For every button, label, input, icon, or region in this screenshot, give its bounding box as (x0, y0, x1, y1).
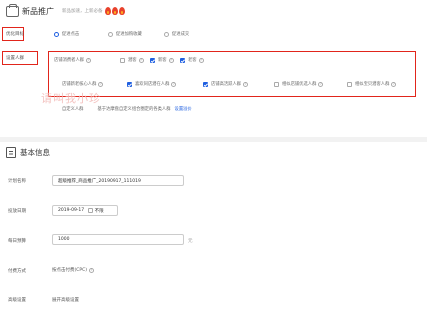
checkbox-label: 店铺高活跃人群 (211, 82, 242, 87)
crowd-checkbox-similar-shop[interactable]: 相似店铺优选人群 ? (274, 81, 324, 87)
no-limit-option[interactable]: 不限 (88, 208, 104, 214)
section-title: 基本信息 (20, 148, 50, 157)
goal-option-label: 促进点击 (62, 32, 80, 37)
no-limit-label: 不限 (94, 208, 104, 214)
budget-value: 1000 (58, 237, 70, 242)
plan-name-value: 超级推荐_商品推广_20190917_111019 (58, 178, 141, 184)
crowd-checkbox-similar-store[interactable]: 喜欢同店潜在人群 ? (127, 81, 177, 87)
flame-icon (111, 7, 118, 15)
help-icon[interactable]: ? (391, 81, 397, 87)
new-product-promotion-page: 新品推广 新品加速，上新必备 优化目标 促进点击 促进加购收藏 促进成交 设置人… (0, 0, 427, 312)
consumer-crowd-label: 店铺消费者人群 (54, 58, 85, 63)
checkbox-icon (347, 81, 352, 87)
watermark: 请叫我小珍 (41, 92, 101, 105)
document-icon (6, 147, 16, 158)
goal-option-label: 促进加购收藏 (116, 32, 142, 37)
goal-option-click[interactable]: 促进点击 (54, 31, 79, 37)
pay-method-value: 按点击付费(CPC) ? (52, 267, 95, 273)
schedule-input[interactable]: 2019-09-17 不限 (52, 205, 118, 216)
pay-method-label: 付费方式 (8, 269, 26, 274)
radio-icon (108, 31, 113, 37)
hot-flames (104, 7, 126, 15)
radio-selected-icon (54, 31, 59, 37)
schedule-label: 投放日期 (8, 209, 26, 214)
basic-info-header: 基本信息 (6, 147, 50, 158)
crowd-checkbox-similar-item[interactable]: 相似宝贝潜客人群 ? (347, 81, 397, 87)
target-options-highlight (48, 51, 416, 97)
checkbox-checked-icon (180, 57, 185, 63)
radio-icon (164, 31, 169, 37)
crowd-checkbox-potential[interactable]: 潜客 ? (120, 57, 144, 63)
plan-name-input[interactable]: 超级推荐_商品推广_20190917_111019 (52, 175, 184, 186)
crowd-checkbox-new[interactable]: 新客 ? (150, 57, 174, 63)
checkbox-checked-icon (203, 81, 208, 87)
checkbox-checked-icon (127, 81, 132, 87)
checkbox-label: 老客 (188, 58, 197, 63)
help-icon[interactable]: ? (89, 267, 95, 273)
help-icon[interactable]: ? (243, 81, 249, 87)
budget-input[interactable]: 1000 (52, 234, 184, 245)
goal-label: 优化目标 (6, 32, 24, 37)
help-icon[interactable]: ? (168, 57, 174, 63)
goal-option-label: 促进成交 (172, 32, 190, 37)
set-premium-link[interactable]: 设置溢价 (175, 106, 192, 112)
help-icon[interactable]: ? (98, 81, 104, 87)
help-icon[interactable]: ? (171, 81, 177, 87)
goal-option-cart[interactable]: 促进加购收藏 (108, 31, 142, 37)
flame-icon (104, 7, 111, 15)
bag-icon (6, 3, 19, 17)
expand-advanced-link[interactable]: 展开高级设置 (52, 297, 79, 303)
checkbox-icon (88, 208, 93, 213)
help-icon[interactable]: ? (86, 57, 92, 63)
page-header: 新品推广 新品加速，上新必备 (6, 3, 126, 18)
section-divider (0, 137, 427, 142)
checkbox-checked-icon (150, 57, 155, 63)
checkbox-icon (120, 57, 125, 63)
page-title: 新品推广 (22, 6, 54, 16)
advanced-label: 高级设置 (8, 298, 26, 303)
plan-name-label: 计划名称 (8, 179, 26, 184)
custom-crowd-label: 自定义人群 (62, 107, 84, 112)
checkbox-label: 店铺新老核心人群 (62, 82, 97, 87)
help-icon[interactable]: ? (138, 57, 144, 63)
custom-crowd-row: 自定义人群 基于达摩盘自定义组合圈定的各类人群 设置溢价 (62, 106, 192, 112)
flame-icon (118, 7, 125, 15)
crowd-checkbox-core[interactable]: 店铺新老核心人群 ? (62, 81, 104, 87)
budget-label: 每日预算 (8, 239, 26, 244)
goal-option-deal[interactable]: 促进成交 (164, 31, 189, 37)
checkbox-label: 喜欢同店潜在人群 (135, 82, 170, 87)
pay-method-text: 按点击付费(CPC) (52, 268, 88, 273)
help-icon[interactable]: ? (198, 57, 204, 63)
consumer-crowd-title: 店铺消费者人群 ? (54, 57, 92, 63)
page-subtitle: 新品加速，上新必备 (62, 9, 103, 14)
checkbox-icon (274, 81, 279, 87)
budget-unit: 元 (188, 239, 193, 244)
checkbox-label: 新客 (158, 58, 167, 63)
schedule-value: 2019-09-17 (58, 208, 85, 213)
custom-crowd-desc: 基于达摩盘自定义组合圈定的各类人群 (97, 107, 171, 112)
checkbox-label: 相似宝贝潜客人群 (355, 82, 390, 87)
checkbox-label: 潜客 (128, 58, 137, 63)
checkbox-label: 相似店铺优选人群 (282, 82, 317, 87)
help-icon[interactable]: ? (318, 81, 324, 87)
crowd-checkbox-old[interactable]: 老客 ? (180, 57, 204, 63)
crowd-checkbox-active[interactable]: 店铺高活跃人群 ? (203, 81, 249, 87)
target-label: 设置人群 (6, 56, 24, 61)
